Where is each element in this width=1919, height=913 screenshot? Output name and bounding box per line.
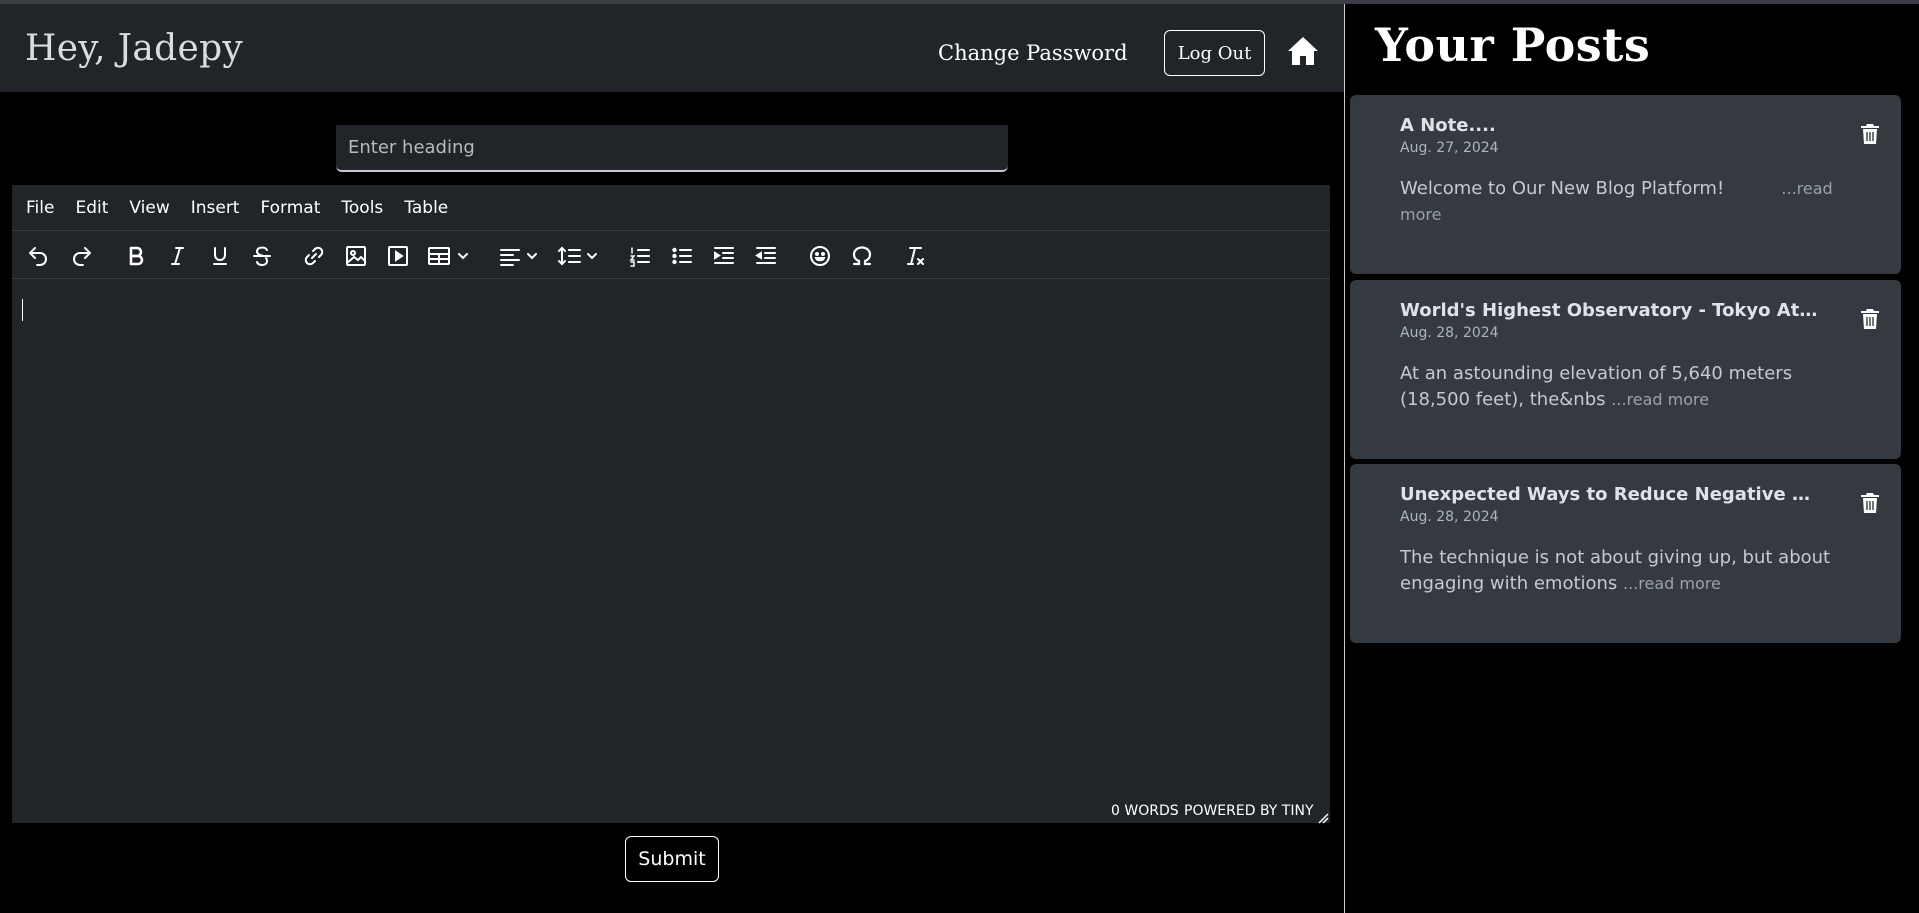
post-title[interactable]: A Note.... <box>1400 115 1820 136</box>
post-excerpt-text: Welcome to Our New Blog Platform! <box>1400 178 1725 199</box>
editor-menubar: File Edit View Insert Format Tools Table <box>12 185 1330 231</box>
media-icon[interactable] <box>384 241 412 271</box>
post-date: Aug. 28, 2024 <box>1400 509 1499 525</box>
resize-handle-icon[interactable] <box>1318 809 1329 824</box>
menu-view[interactable]: View <box>129 198 169 218</box>
align-icon[interactable] <box>498 241 542 271</box>
read-more-link[interactable]: ...read more <box>1623 574 1721 593</box>
post-excerpt: At an astounding elevation of 5,640 mete… <box>1400 361 1860 413</box>
heading-input[interactable] <box>336 125 1008 172</box>
post-card[interactable]: World's Highest Observatory - Tokyo Atac… <box>1350 280 1901 459</box>
bullet-list-icon[interactable] <box>668 241 696 271</box>
menu-format[interactable]: Format <box>260 198 320 218</box>
post-excerpt: Welcome to Our New Blog Platform! ...rea… <box>1400 176 1860 228</box>
underline-icon[interactable] <box>206 241 234 271</box>
editor-pane: Hey, Jadepy Change Password Log Out File… <box>0 4 1344 913</box>
text-caret <box>22 299 23 321</box>
link-icon[interactable] <box>300 241 328 271</box>
image-icon[interactable] <box>342 241 370 271</box>
emoji-icon[interactable] <box>806 241 834 271</box>
powered-by-link[interactable]: POWERED BY TINY <box>1184 803 1314 819</box>
clear-format-icon[interactable] <box>900 241 928 271</box>
menu-insert[interactable]: Insert <box>191 198 240 218</box>
editor-statusbar: 0 WORDS POWERED BY TINY <box>12 799 1330 824</box>
posts-sidebar: Your Posts A Note.... Aug. 27, 2024 Welc… <box>1345 4 1919 913</box>
post-date: Aug. 27, 2024 <box>1400 140 1499 156</box>
post-title[interactable]: Unexpected Ways to Reduce Negative Emoti… <box>1400 484 1820 505</box>
post-excerpt: The technique is not about giving up, bu… <box>1400 545 1860 597</box>
post-excerpt-text: The technique is not about giving up, bu… <box>1400 547 1831 594</box>
menu-table[interactable]: Table <box>404 198 448 218</box>
post-card[interactable]: Unexpected Ways to Reduce Negative Emoti… <box>1350 464 1901 643</box>
numbered-list-icon[interactable] <box>626 241 654 271</box>
special-char-icon[interactable] <box>848 241 876 271</box>
menu-edit[interactable]: Edit <box>75 198 108 218</box>
home-icon[interactable] <box>1287 36 1319 66</box>
change-password-link[interactable]: Change Password <box>938 41 1128 65</box>
strikethrough-icon[interactable] <box>248 241 276 271</box>
post-excerpt-text: At an astounding elevation of 5,640 mete… <box>1400 363 1793 410</box>
greeting-title: Hey, Jadepy <box>25 28 244 69</box>
undo-icon[interactable] <box>24 241 52 271</box>
editor-toolbar <box>12 232 1330 279</box>
post-date: Aug. 28, 2024 <box>1400 325 1499 341</box>
trash-icon[interactable] <box>1860 308 1880 330</box>
word-count[interactable]: 0 WORDS <box>1111 803 1179 819</box>
post-card[interactable]: A Note.... Aug. 27, 2024 Welcome to Our … <box>1350 95 1901 274</box>
top-header: Hey, Jadepy Change Password Log Out <box>0 4 1344 92</box>
italic-icon[interactable] <box>164 241 192 271</box>
indent-icon[interactable] <box>710 241 738 271</box>
logout-button[interactable]: Log Out <box>1164 30 1265 76</box>
rich-text-editor: File Edit View Insert Format Tools Table <box>12 185 1330 824</box>
bold-icon[interactable] <box>122 241 150 271</box>
table-icon[interactable] <box>426 241 474 271</box>
line-height-icon[interactable] <box>556 241 604 271</box>
redo-icon[interactable] <box>68 241 96 271</box>
menu-file[interactable]: File <box>26 198 54 218</box>
outdent-icon[interactable] <box>752 241 780 271</box>
trash-icon[interactable] <box>1860 492 1880 514</box>
post-title[interactable]: World's Highest Observatory - Tokyo Atac… <box>1400 300 1820 321</box>
submit-button[interactable]: Submit <box>625 836 719 882</box>
editor-content-area[interactable] <box>12 280 1330 800</box>
read-more-link[interactable]: ...read more <box>1611 390 1709 409</box>
posts-title: Your Posts <box>1375 18 1651 72</box>
trash-icon[interactable] <box>1860 123 1880 145</box>
menu-tools[interactable]: Tools <box>341 198 383 218</box>
